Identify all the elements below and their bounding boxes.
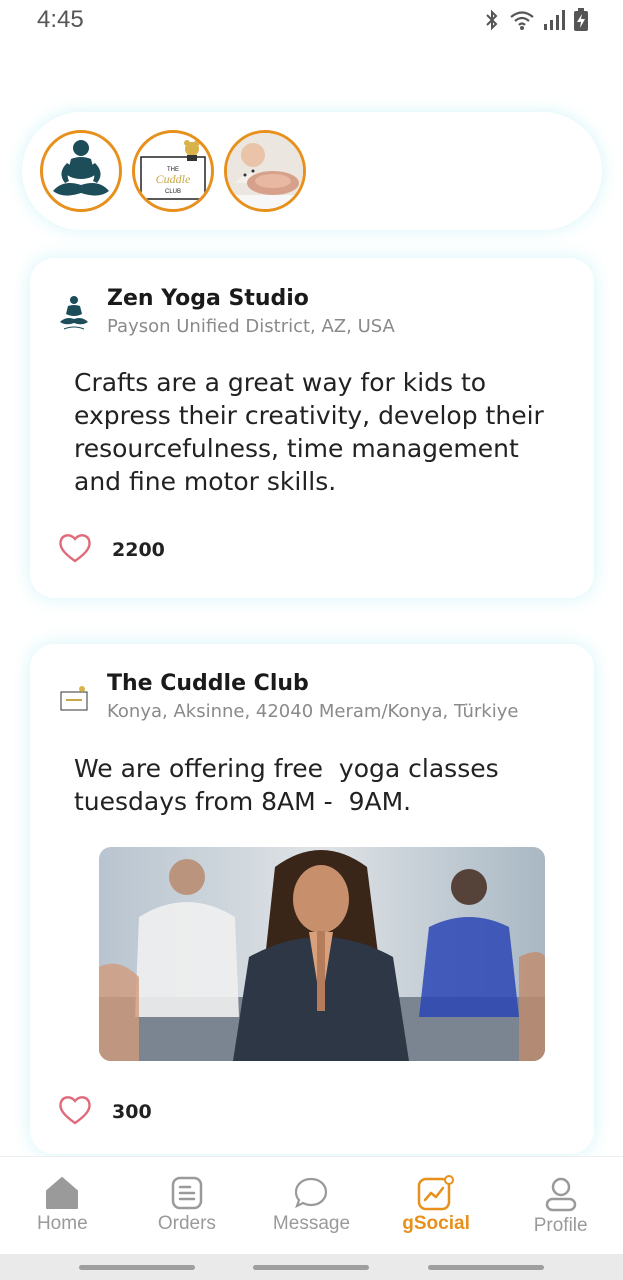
gsocial-feed-screen: 4:45 THE Cuddle CLUB Zen Yoga Studio Pay… xyxy=(0,0,623,1280)
nav-item-message[interactable]: Message xyxy=(249,1157,374,1254)
post-image[interactable] xyxy=(99,847,545,1061)
status-icons xyxy=(483,8,589,32)
cuddle-club-logo-icon: THE Cuddle CLUB xyxy=(140,140,206,200)
like-row: 2200 xyxy=(58,532,165,568)
author-avatar[interactable] xyxy=(54,294,94,334)
post-card: Zen Yoga Studio Payson Unified District,… xyxy=(30,258,594,598)
meditation-logo-icon xyxy=(53,140,109,196)
status-bar: 4:45 xyxy=(0,0,623,44)
author-avatar[interactable] xyxy=(54,678,94,718)
status-time: 4:45 xyxy=(37,6,84,33)
stories-bar: THE Cuddle CLUB xyxy=(22,112,602,230)
system-nav-handle[interactable] xyxy=(253,1265,369,1270)
nav-label-profile: Profile xyxy=(533,1215,588,1236)
nav-label-gsocial: gSocial xyxy=(402,1213,470,1234)
like-row: 300 xyxy=(58,1094,152,1130)
post-text: Crafts are a great way for kids to expre… xyxy=(74,368,544,496)
nav-label-orders: Orders xyxy=(157,1213,216,1234)
bluetooth-icon xyxy=(483,9,501,31)
profile-icon xyxy=(545,1177,576,1212)
cuddle-club-logo-text-cuddle: Cuddle xyxy=(156,172,191,186)
nav-label-home: Home xyxy=(36,1213,88,1234)
nav-item-orders[interactable]: Orders xyxy=(125,1157,250,1254)
baby-photo-icon xyxy=(227,133,303,209)
heart-icon[interactable] xyxy=(58,532,92,568)
nav-item-profile[interactable]: Profile xyxy=(498,1157,623,1254)
post-author-location: Payson Unified District, AZ, USA xyxy=(107,316,395,337)
like-count: 300 xyxy=(112,1101,152,1123)
wifi-icon xyxy=(509,9,535,31)
meditation-logo-icon xyxy=(60,296,88,330)
post-card: The Cuddle Club Konya, Aksinne, 42040 Me… xyxy=(30,644,594,1154)
gsocial-icon xyxy=(417,1175,455,1211)
story-baby-food[interactable] xyxy=(224,130,306,212)
nav-item-home[interactable]: Home xyxy=(0,1157,125,1254)
battery-charging-icon xyxy=(573,8,589,32)
like-count: 2200 xyxy=(112,539,165,561)
post-author-name[interactable]: Zen Yoga Studio xyxy=(107,286,309,311)
cuddle-club-logo-icon xyxy=(60,686,88,711)
signal-icon xyxy=(543,9,565,31)
post-author-location: Konya, Aksinne, 42040 Meram/Konya, Türki… xyxy=(107,701,519,722)
bottom-navigation: Home Orders Message gSocial Profile xyxy=(0,1156,623,1254)
system-nav-handle[interactable] xyxy=(428,1265,544,1270)
system-nav-bar xyxy=(0,1254,623,1280)
orders-icon xyxy=(171,1176,203,1210)
cuddle-club-logo-text-club: CLUB xyxy=(165,189,181,195)
heart-icon[interactable] xyxy=(58,1094,92,1130)
nav-item-gsocial[interactable]: gSocial xyxy=(374,1157,499,1254)
story-zen-yoga-studio[interactable] xyxy=(40,130,122,212)
post-text: We are offering free yoga classes tuesda… xyxy=(74,754,507,816)
story-the-cuddle-club[interactable]: THE Cuddle CLUB xyxy=(132,130,214,212)
nav-label-message: Message xyxy=(272,1213,351,1234)
message-icon xyxy=(295,1177,328,1209)
post-author-name[interactable]: The Cuddle Club xyxy=(107,671,309,696)
home-icon xyxy=(46,1177,79,1209)
system-nav-handle[interactable] xyxy=(79,1265,195,1270)
